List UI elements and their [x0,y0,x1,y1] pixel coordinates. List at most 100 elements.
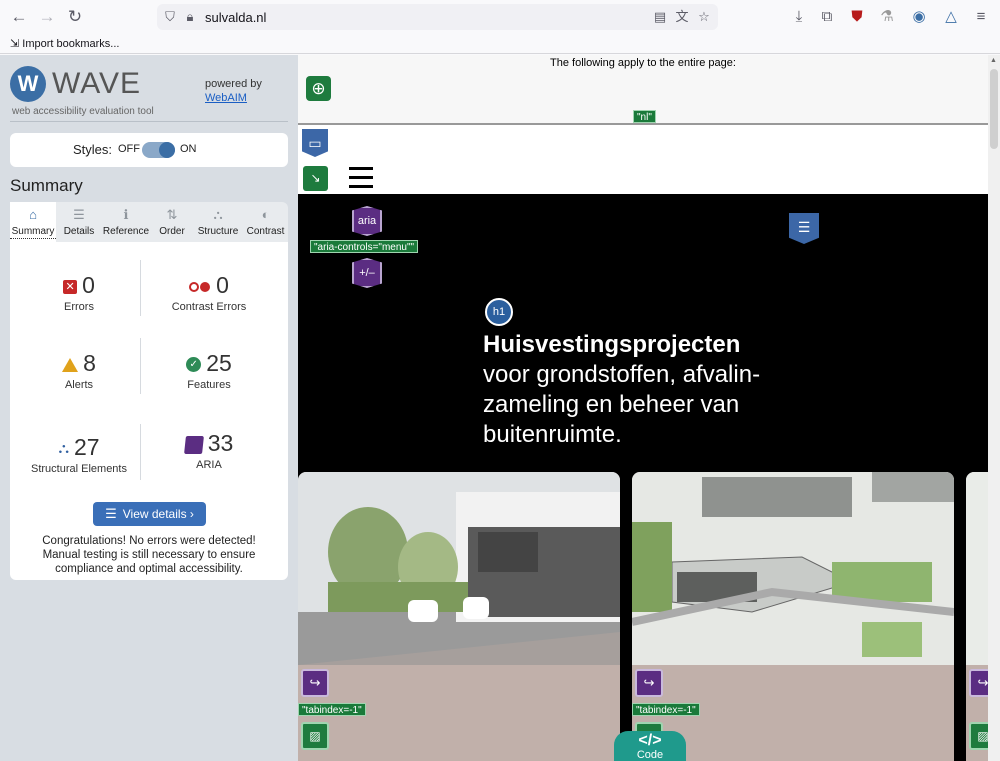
tab-contrast[interactable]: ◐ Contrast [243,202,288,242]
document-level-bar: The following apply to the entire page: … [298,55,988,125]
order-icon: ⇅ [166,207,178,222]
toggle-knob[interactable] [159,142,175,158]
h1-heading-icon[interactable]: h1 [485,298,513,326]
url-bar[interactable]: ⛉ 🔒︎ sulvalda.nl ▤ 文 ☆ [157,4,718,30]
tab-structure[interactable]: ⛬ Structure [194,202,242,242]
contrast-icon: ◐ [261,207,270,222]
structural-count: 27 [73,434,100,460]
view-details-button[interactable]: ☰ View details › [93,502,206,526]
stat-features[interactable]: ✓ 25 Features [144,350,274,391]
scroll-thumb[interactable] [990,69,998,149]
import-bookmarks[interactable]: ⇲ Import bookmarks... [10,37,119,50]
aria-count: 33 [207,430,234,456]
tab-reference[interactable]: ℹ Reference [102,202,150,242]
divider [10,121,288,122]
summary-panel: ✕ 0 Errors 0 Contrast Errors 8 Alerts ✓ 25… [10,242,288,580]
feature-check-icon: ✓ [186,357,202,373]
project-card-2[interactable]: ↪ "tabindex=-1" ▨ [632,472,954,761]
back-icon[interactable]: ← [8,6,30,28]
reader-icon[interactable]: ▤ [651,8,669,26]
wave-title: WAVE [52,67,142,100]
aria-icon[interactable]: aria [352,206,382,236]
styles-on-label: ON [180,143,197,155]
stat-alerts[interactable]: 8 Alerts [14,350,144,391]
download-icon[interactable]: ⤓ [788,6,810,28]
list-icon: ☰ [105,506,117,521]
page-scrollbar[interactable]: ▲ [988,55,1000,761]
hero-title-bold: Huisvestingsprojecten [483,331,741,358]
hero-section: aria "aria-controls="menu"" +/– ☰ h1 Hui… [298,194,996,761]
features-label: Features [187,379,231,391]
hero-title: Huisvestingsprojecten voor grondstoffen,… [483,330,823,450]
tab-summary[interactable]: ⌂ Summary [10,202,56,242]
ublock-icon[interactable]: ⛊ [846,6,868,28]
linked-image-icon[interactable]: ↘ [303,166,328,191]
menu-bar [349,167,373,170]
header-landmark-icon[interactable]: ▭ [302,129,328,157]
project-card-1[interactable]: ↪ "tabindex=-1" ▨ [298,472,620,761]
project-image-1 [298,472,620,665]
hamburger-menu[interactable] [349,167,373,194]
url-text[interactable]: sulvalda.nl [205,10,266,25]
forward-icon[interactable]: → [36,6,58,28]
stat-errors[interactable]: ✕ 0 Errors [14,272,144,313]
lang-tag: "nl" [633,110,656,123]
contrast-errors-count: 0 [216,272,229,298]
wave-ext-icon[interactable]: ◉ [908,6,930,28]
browser-toolbar: ← → ↻ ⛉ 🔒︎ sulvalda.nl ▤ 文 ☆ ⤓ ⧉ ⛊ ⚗ ◉ △… [0,0,1000,34]
stat-aria[interactable]: 33 ARIA [144,430,274,471]
image-alt-icon[interactable]: ▨ [301,722,329,750]
menu-bar [349,176,373,179]
project-image-2 [632,472,954,665]
alerts-label: Alerts [64,379,94,391]
code-panel-toggle[interactable]: </> Code [614,731,686,761]
tab-structure-label: Structure [197,226,239,237]
code-icon: </> [638,732,662,749]
tabindex-tag: "tabindex=-1" [632,703,700,716]
tabindex-icon[interactable]: ↪ [301,669,329,697]
tabindex-icon[interactable]: ↪ [635,669,663,697]
summary-heading: Summary [10,176,83,195]
alert-icon [62,357,79,372]
extensions-icon[interactable]: ⧉ [816,6,838,28]
tab-reference-label: Reference [102,226,150,237]
aria-label: ARIA [196,459,222,471]
styles-toggle-box: Styles: OFF ON [10,133,288,167]
lock-icon[interactable]: 🔒︎ [181,8,199,26]
document-note: The following apply to the entire page: [550,57,736,69]
triangle-icon[interactable]: △ [940,6,962,28]
hero-title-rest: voor grondstoffen, afvalin-zameling en b… [483,361,761,448]
tabindex-tag: "tabindex=-1" [298,703,366,716]
webaim-link[interactable]: WebAIM [205,92,247,104]
navigation-landmark-icon[interactable]: ☰ [789,213,819,244]
tab-details[interactable]: ☰ Details [57,202,101,242]
alerts-count: 8 [83,350,96,376]
congrats-message: Congratulations! No errors were detected… [42,535,256,575]
tab-order-label: Order [159,226,185,237]
bookmarks-bar: ⇲ Import bookmarks... [0,34,1000,54]
aria-expanded-icon[interactable]: +/– [352,258,382,288]
menu-icon[interactable]: ≡ [970,6,992,28]
shield-icon[interactable]: ⛉ [161,8,179,26]
styles-toggle[interactable] [142,142,175,158]
language-globe-icon[interactable]: ⊕ [306,76,331,101]
scroll-up-icon[interactable]: ▲ [990,57,997,64]
structural-label: Structural Elements [31,463,127,475]
tab-order[interactable]: ⇅ Order [152,202,192,242]
flask-icon[interactable]: ⚗ [876,6,898,28]
aria-controls-tag: "aria-controls="menu"" [310,240,419,253]
list-icon: ☰ [73,207,85,222]
wave-logo-icon: W [10,66,46,102]
reload-icon[interactable]: ↻ [64,6,86,28]
translate-icon[interactable]: 文 [673,8,691,26]
import-bookmarks-label[interactable]: Import bookmarks... [22,38,119,50]
tab-summary-label: Summary [10,226,56,239]
wave-sidebar: W WAVE web accessibility evaluation tool… [0,55,298,761]
tab-contrast-label: Contrast [246,226,285,237]
wave-subtitle: web accessibility evaluation tool [12,106,154,117]
stat-contrast-errors[interactable]: 0 Contrast Errors [144,272,274,313]
stat-structural[interactable]: ⛬ 27 Structural Elements [14,434,144,475]
star-icon[interactable]: ☆ [695,8,713,26]
contrast-error-icon [189,281,211,293]
styles-label: Styles: [73,142,113,157]
